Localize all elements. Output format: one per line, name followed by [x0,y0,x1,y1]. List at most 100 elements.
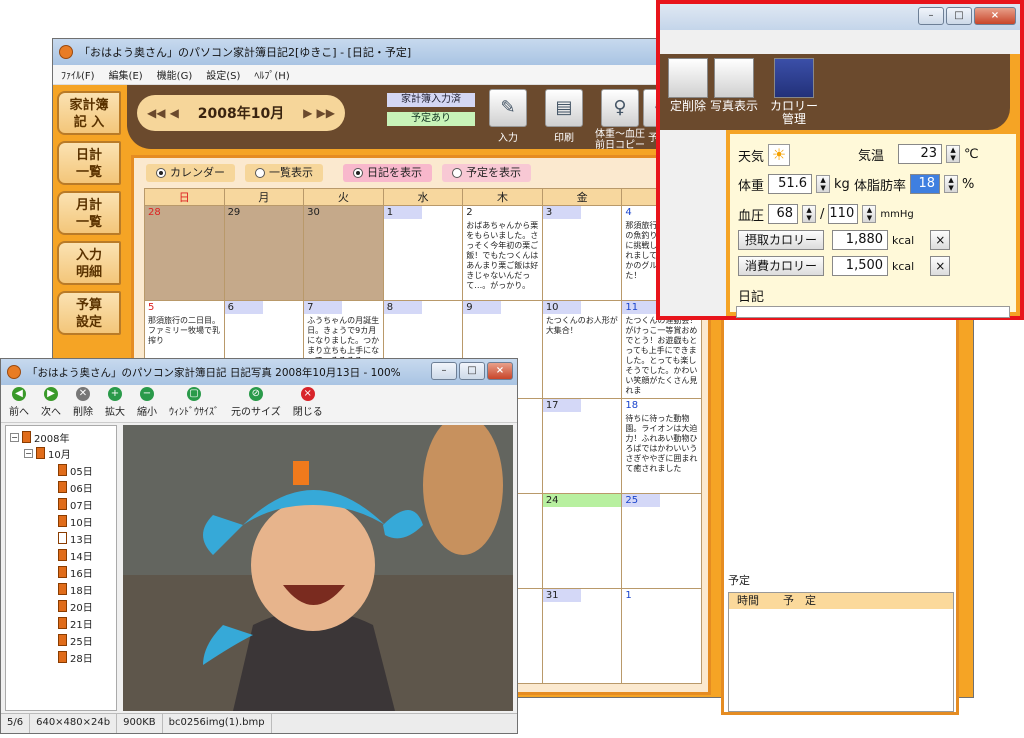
day-cell[interactable]: 28 [144,205,225,301]
delete-photo-button[interactable]: ✕ 削除 [73,385,93,418]
menu-settings[interactable]: 設定(S) [206,67,240,82]
window-size-icon: ▢ [187,387,201,401]
intake-clear-button[interactable]: × [930,230,951,250]
day-cell[interactable]: 31 [541,588,623,684]
photo-index: 5/6 [1,714,31,733]
maximize-button[interactable]: □ [459,362,485,380]
day-cell[interactable]: 17 [541,398,623,494]
next-month-arrows[interactable]: ▶ ▶▶ [303,106,335,120]
tree-day-node[interactable]: 20日 [58,599,93,614]
view-calendar-radio[interactable]: カレンダー [146,164,235,182]
prev-month-arrows[interactable]: ◀◀ ◀ [147,106,179,120]
burn-clear-button[interactable]: × [930,256,951,276]
tree-day-node[interactable]: 06日 [58,480,93,495]
next-photo-button[interactable]: ▶ 次へ [41,385,61,418]
show-photo-button[interactable]: 写真表示 [704,58,764,113]
bp-low-spinner[interactable]: ▲ ▼ [862,205,877,223]
prev-photo-button[interactable]: ◀ 前へ [9,385,29,418]
intake-value[interactable]: 1,880 [832,230,889,250]
tree-month-node[interactable]: − 10月 [24,446,71,461]
show-diary-radio[interactable]: 日記を表示 [343,164,432,182]
sun-icon[interactable]: ☀ [768,144,791,166]
book-icon [58,566,67,578]
input-button[interactable]: ✎ 入力 [481,89,535,144]
temp-spinner[interactable]: ▲ ▼ [946,145,961,163]
zoom-in-button[interactable]: + 拡大 [105,385,125,418]
weekday-wed: 水 [382,188,464,206]
book-icon [58,464,67,476]
day-cell[interactable]: 24 [541,493,623,589]
photo-titlebar[interactable]: 「おはよう奥さん」のパソコン家計簿日記 日記写真 2008年10月13日 - 1… [1,359,517,385]
sidetab-monthly[interactable]: 月計 一覧 [57,191,121,235]
day-cell[interactable]: 25 [621,493,702,589]
menu-function[interactable]: 機能(G) [157,67,193,82]
sidetab-daily[interactable]: 日計 一覧 [57,141,121,185]
copy-yesterday-button[interactable]: ♀ 体重～血圧 前日コピー [593,89,647,151]
tree-day-node[interactable]: 05日 [58,463,93,478]
bodyfat-input[interactable]: 18 [910,174,941,194]
burn-row: 消費カロリー 1,500 kcal × [738,256,951,276]
sidetab-budget[interactable]: 予算 設定 [57,291,121,335]
tree-day-label: 25日 [70,636,93,648]
photo-filename: bc0256img(1).bmp [163,714,272,733]
tree-day-node-selected[interactable]: 13日 [58,531,93,546]
close-button[interactable]: × [487,362,513,380]
view-list-radio[interactable]: 一覧表示 [245,164,323,182]
minimize-button[interactable]: – [918,7,944,25]
temp-row: 気温 23 ▲ ▼ ℃ [858,144,979,164]
book-icon [58,481,67,493]
original-size-button[interactable]: ⊘ 元のサイズ [231,385,281,418]
tree-day-node[interactable]: 25日 [58,633,93,648]
maximize-button[interactable]: □ [946,7,972,25]
temp-input[interactable]: 23 [898,144,943,164]
tree-day-node[interactable]: 10日 [58,514,93,529]
burn-value[interactable]: 1,500 [832,256,889,276]
weight-spinner[interactable]: ▲ ▼ [816,175,831,193]
tree-day-node[interactable]: 14日 [58,548,93,563]
burn-calorie-button[interactable]: 消費カロリー [738,256,825,276]
day-cell[interactable]: 1 [621,588,702,684]
bp-high-spinner[interactable]: ▲ ▼ [802,205,817,223]
day-cell[interactable]: 10 たつくんのお人形が大集合！ [541,300,623,399]
minimize-button[interactable]: – [431,362,457,380]
copy-label: 体重～血圧 前日コピー [595,129,645,151]
day-cell[interactable]: 3 [541,205,623,301]
tree-day-node[interactable]: 21日 [58,616,93,631]
bp-high-input[interactable]: 68 [768,204,799,224]
menu-edit[interactable]: 編集(E) [109,67,143,82]
weight-input[interactable]: 51.6 [768,174,813,194]
calorie-button[interactable]: カロリー 管理 [764,58,824,126]
day-cell[interactable]: 1 [382,205,464,301]
close-viewer-button[interactable]: × 閉じる [293,385,323,418]
bodyfat-spinner[interactable]: ▲ ▼ [944,175,959,193]
intake-calorie-button[interactable]: 摂取カロリー [738,230,825,250]
tree-day-node[interactable]: 28日 [58,650,93,665]
menu-help[interactable]: ﾍﾙﾌﾟ(H) [254,67,289,82]
diary-textarea[interactable] [736,306,1010,318]
calorie-label: カロリー 管理 [769,99,818,126]
print-button[interactable]: ▤ 印刷 [537,89,591,144]
window-size-button[interactable]: ▢ ｳｨﾝﾄﾞｳｻｲｽﾞ [169,385,219,418]
menu-file[interactable]: ﾌｧｲﾙ(F) [61,67,95,82]
book-icon [58,498,67,510]
zoom-out-button[interactable]: − 縮小 [137,385,157,418]
input-label: 入力 [498,133,518,144]
tree-day-node[interactable]: 18日 [58,582,93,597]
tree-day-node[interactable]: 07日 [58,497,93,512]
schedule-table[interactable]: 時間 予 定 [728,592,954,712]
day-cell[interactable]: 29 [223,205,305,301]
show-plan-radio[interactable]: 予定を表示 [442,164,531,182]
zoom-window-buttons: – □ × [918,7,1016,25]
sidetab-household[interactable]: 家計簿 記 入 [57,91,121,135]
day-cell[interactable]: 30 [303,205,384,301]
bp-low-input[interactable]: 110 [828,204,859,224]
bp-label: 血圧 [738,208,765,224]
sidetab-details[interactable]: 入力 明細 [57,241,121,285]
close-button[interactable]: × [974,7,1016,25]
book-icon [58,515,67,527]
tree-day-node[interactable]: 16日 [58,565,93,580]
day-cell[interactable]: 2 おばあちゃんから栗をもらいました。さっそく今年初の栗ご飯！でもたつくんはあんま… [462,205,543,301]
bp-unit: mmHg [880,208,914,220]
day-cell[interactable]: 18 待ちに待った動物園。ライオンは大迫力！ふれあい動物ひろばではかわいいうさぎや… [621,398,702,494]
tree-year-node[interactable]: − 2008年 [10,430,69,445]
